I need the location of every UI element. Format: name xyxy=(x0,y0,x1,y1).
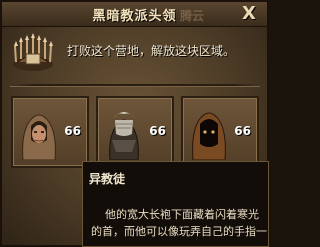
divider xyxy=(10,84,260,87)
masked-cultist-icon xyxy=(109,112,139,160)
tooltip-title: 异教徒 xyxy=(89,172,126,186)
enemy-count: 66 xyxy=(149,124,166,138)
enemy-count: 66 xyxy=(64,124,81,138)
watermark: 腾云 xyxy=(180,9,205,23)
enemy-slot-3[interactable]: 66 xyxy=(181,96,259,168)
tooltip-description: 他的宽大长袍下面藏着闪着寒光的首，而他可以像玩弄自己的手指一 xyxy=(91,208,267,238)
unit-tooltip: 异教徒 他的宽大长袍下面藏着闪着寒光的首，而他可以像玩弄自己的手指一 xyxy=(82,161,269,247)
camp-icon xyxy=(10,32,56,74)
objective-text: 打败这个营地，解放这块区域。 xyxy=(67,44,236,58)
enemy-slot-1[interactable]: 66 xyxy=(11,96,89,168)
title-bar: 黑暗教派头领 腾云 X xyxy=(2,2,267,27)
enemy-count: 66 xyxy=(234,124,251,138)
hooded-monk-icon xyxy=(22,114,56,160)
dialog-title: 黑暗教派头领 xyxy=(92,9,177,24)
enemy-slot-2[interactable]: 66 xyxy=(96,96,174,168)
close-button[interactable]: X xyxy=(238,3,260,25)
dark-hooded-figure-icon xyxy=(192,112,226,160)
